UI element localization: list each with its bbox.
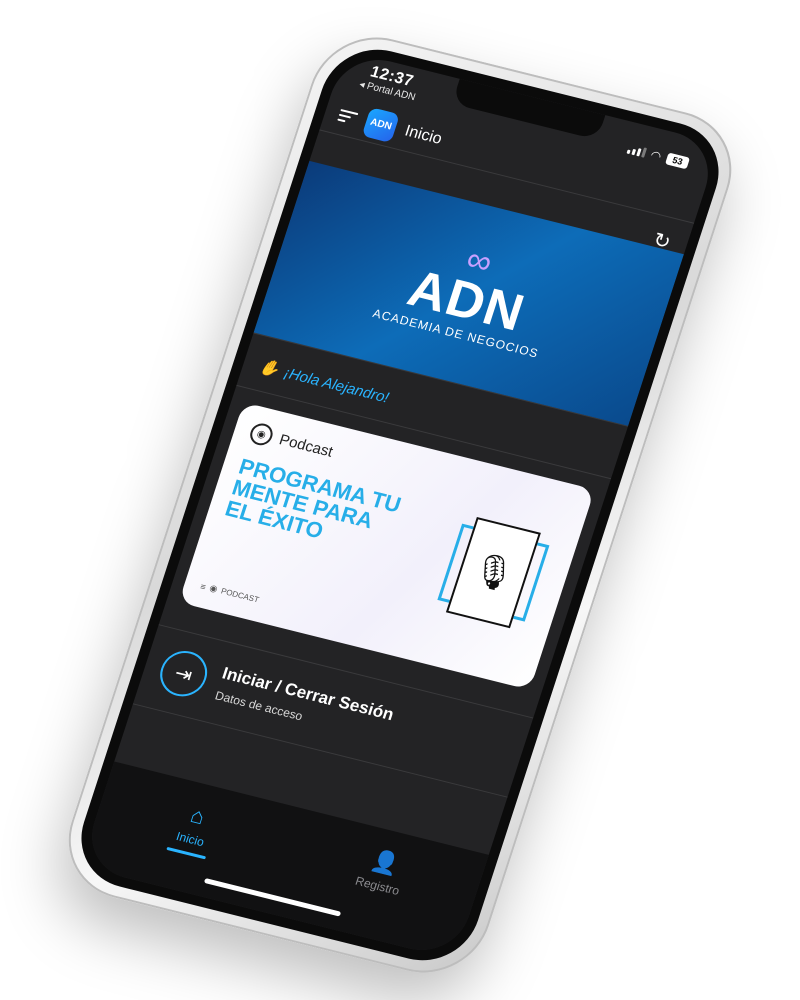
greeting-text: ¡Hola Alejandro!: [282, 364, 392, 407]
page-title: Inicio: [402, 122, 445, 148]
podcast-icon: ◉: [247, 421, 276, 448]
wifi-icon: ◠: [648, 147, 664, 164]
app-logo: ADN: [361, 106, 401, 143]
home-icon: ⌂: [187, 802, 209, 830]
phone-screen: 12:37 ◂ Portal ADN ◠ 53 ADN Inicio ↻ ∞ A: [80, 50, 720, 960]
list-icon: ≡: [199, 580, 208, 592]
waving-hand-icon: ✋: [256, 358, 282, 380]
podcast-footer-text: PODCAST: [219, 586, 261, 605]
podcast-mini-icon: ◉: [208, 582, 220, 595]
microphone-frame: 🎙: [434, 514, 552, 631]
battery-icon: 53: [664, 152, 691, 170]
nav-label-inicio: Inicio: [174, 829, 206, 850]
phone-frame: 12:37 ◂ Portal ADN ◠ 53 ADN Inicio ↻ ∞ A: [51, 23, 749, 987]
scene: 12:37 ◂ Portal ADN ◠ 53 ADN Inicio ↻ ∞ A: [0, 0, 800, 1000]
sign-in-icon: ⇥: [154, 646, 214, 702]
podcast-label: Podcast: [277, 430, 336, 461]
menu-icon[interactable]: [337, 108, 359, 124]
podcast-footer: ≡ ◉ PODCAST: [199, 580, 416, 644]
add-user-icon: 👤: [367, 847, 403, 878]
bottom-navigation: ⌂ Inicio 👤 Registro: [80, 761, 489, 960]
signal-icon: [626, 144, 647, 158]
